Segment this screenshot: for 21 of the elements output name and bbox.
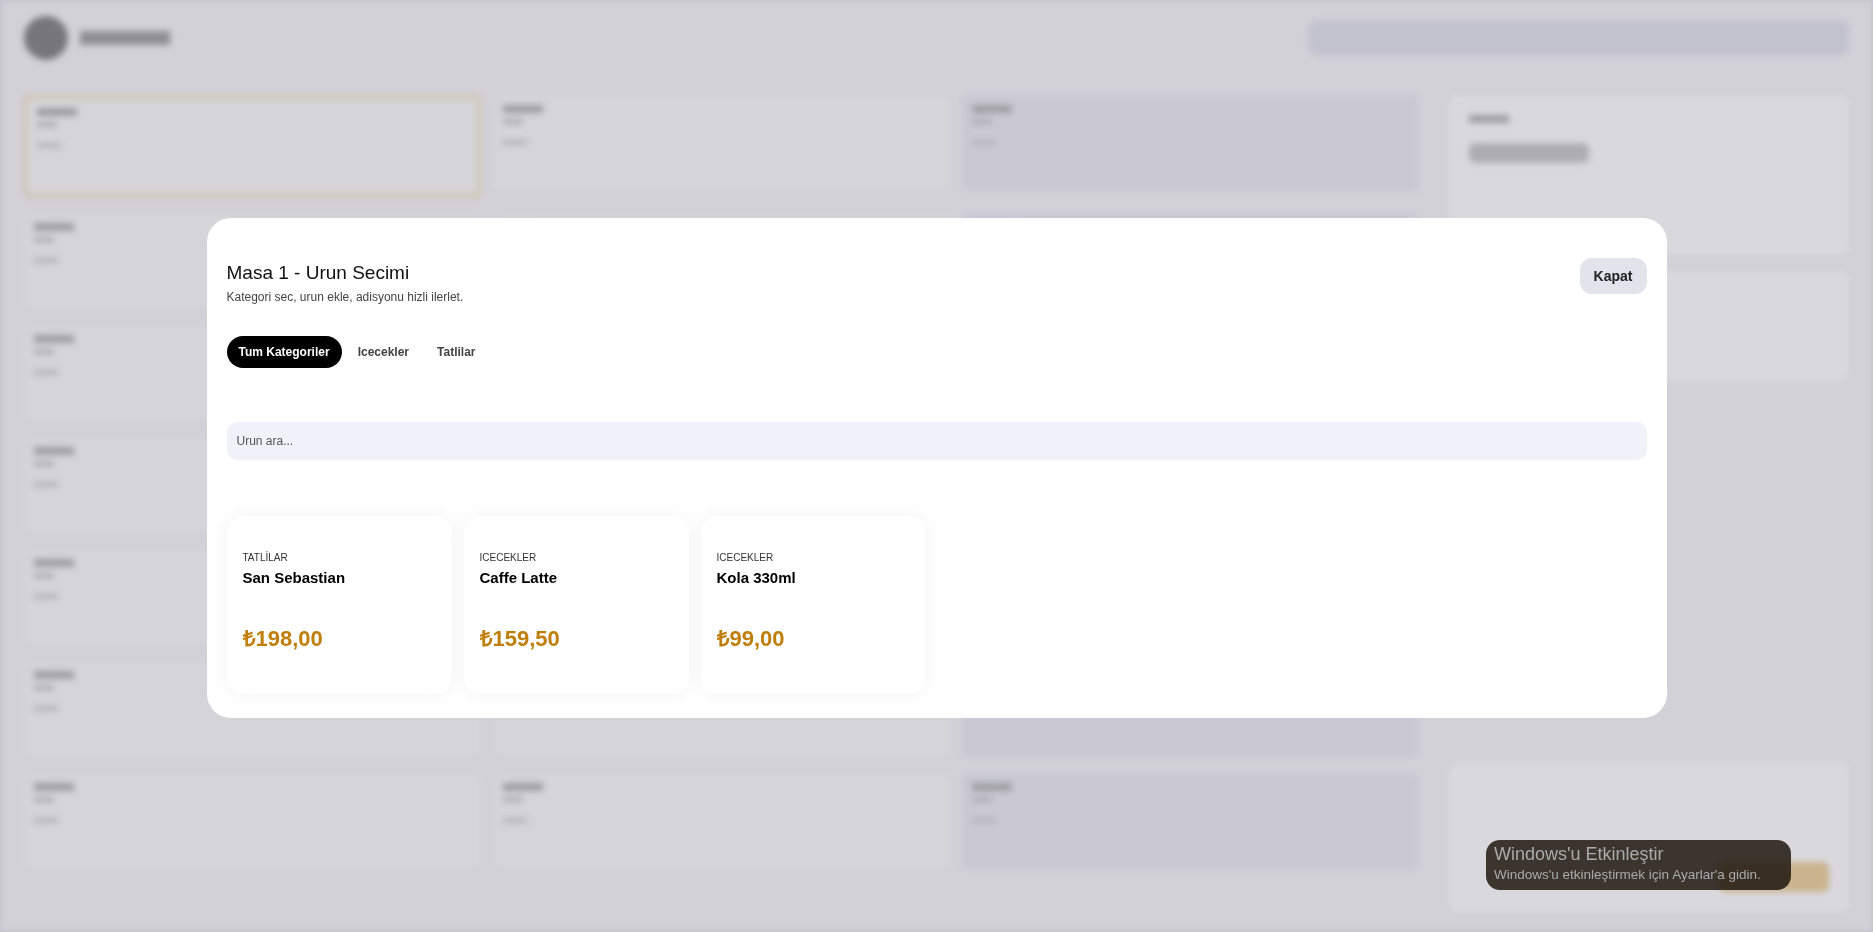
dialog-title: Masa 1 - Urun Secimi bbox=[226, 262, 411, 284]
product-price: ₺159,50 bbox=[479, 625, 561, 652]
product-category: TATLİLAR bbox=[242, 552, 289, 563]
category-tab[interactable]: Icecekler bbox=[345, 336, 421, 368]
product-name: Caffe Latte bbox=[479, 569, 558, 586]
product-category: ICECEKLER bbox=[716, 552, 775, 563]
product-card[interactable]: ICECEKLER Caffe Latte ₺159,50 bbox=[463, 516, 689, 694]
product-name: San Sebastian bbox=[242, 569, 347, 586]
product-card[interactable]: ICECEKLER Kola 330ml ₺99,00 bbox=[700, 516, 926, 694]
dialog-subtitle: Kategori sec, urun ekle, adisyonu hizli ilerlet. bbox=[226, 290, 464, 304]
product-category: ICECEKLER bbox=[479, 552, 538, 563]
close-button[interactable]: Kapat bbox=[1579, 258, 1647, 294]
category-tab[interactable]: Tatlilar bbox=[425, 336, 488, 368]
product-card[interactable]: TATLİLAR San Sebastian ₺198,00 bbox=[226, 516, 452, 694]
search-field[interactable]: Urun ara... bbox=[226, 422, 1647, 460]
product-name: Kola 330ml bbox=[716, 569, 797, 586]
activation-text: Windows'u etkinleştirmek için Ayarlar'a gidin. bbox=[1494, 867, 1761, 882]
product-price: ₺99,00 bbox=[716, 625, 786, 652]
category-tab[interactable]: Tum Kategoriler bbox=[226, 336, 342, 368]
activation-title: Windows'u Etkinleştir bbox=[1494, 844, 1665, 865]
product-price: ₺198,00 bbox=[242, 625, 324, 652]
